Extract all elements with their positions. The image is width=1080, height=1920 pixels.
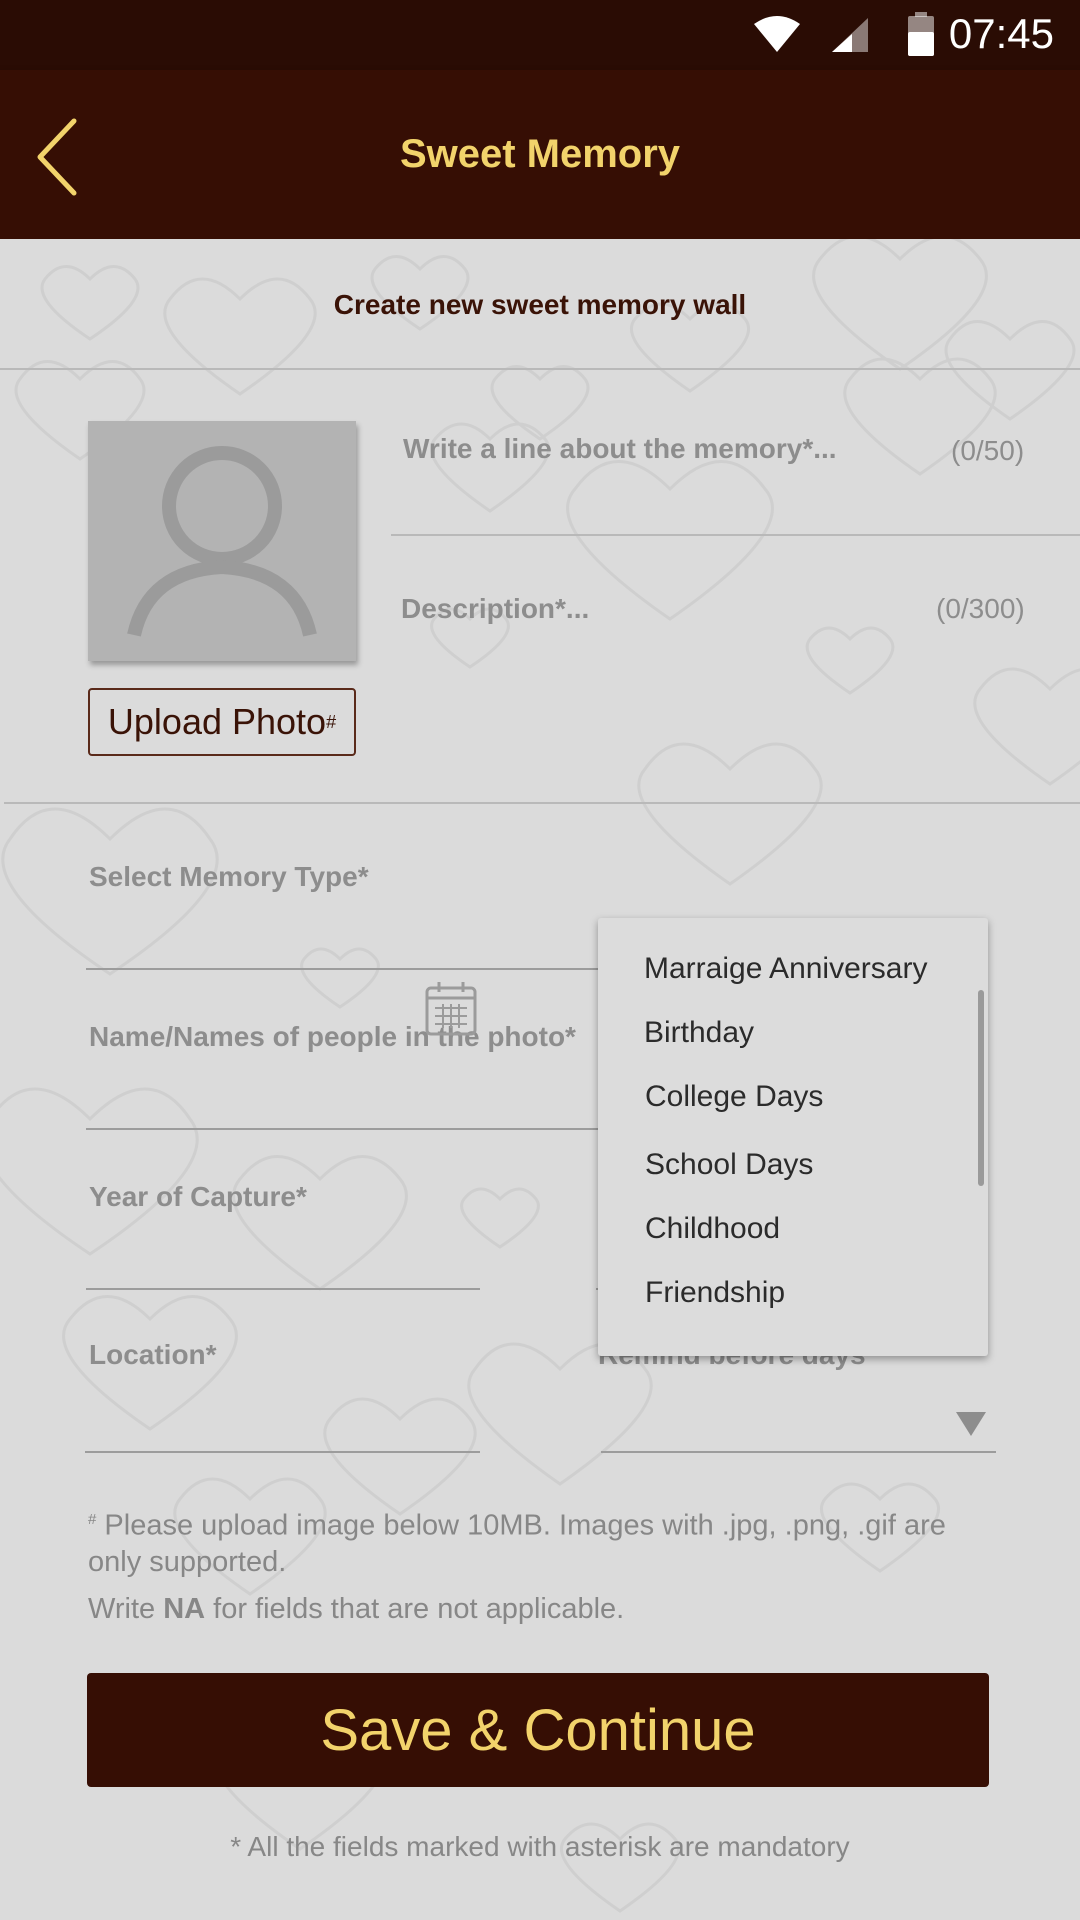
dropdown-option[interactable]: Friendship xyxy=(645,1276,785,1310)
mandatory-note: * All the fields marked with asterisk ar… xyxy=(230,1831,850,1862)
dropdown-arrow-icon[interactable] xyxy=(954,1410,988,1438)
cell-signal-icon xyxy=(832,18,868,52)
person-icon xyxy=(127,446,317,637)
page-subtitle: Create new sweet memory wall xyxy=(333,289,747,320)
dropdown-option[interactable]: Marraige Anniversary xyxy=(644,952,927,986)
wifi-icon xyxy=(754,16,800,52)
dropdown-option[interactable]: College Days xyxy=(645,1080,823,1114)
status-bar: 07:45 xyxy=(0,0,1080,70)
upload-note-mark: # xyxy=(88,1511,97,1528)
app-bar: Sweet Memory xyxy=(0,70,1080,239)
year-of-capture-underline xyxy=(86,1288,480,1290)
upload-photo-mark: # xyxy=(326,711,337,732)
memory-line-counter: (0/50) xyxy=(951,435,1025,466)
na-note: Write NA for fields that are not applica… xyxy=(88,1593,625,1625)
calendar-icon[interactable] xyxy=(425,980,477,1036)
year-of-capture-input[interactable]: Year of Capture* xyxy=(89,1181,307,1213)
save-continue-button[interactable]: Save & Continue xyxy=(87,1673,989,1787)
upload-photo-button[interactable]: Upload Photo # xyxy=(88,688,356,756)
description-input[interactable]: Description*... xyxy=(401,593,589,625)
description-counter: (0/300) xyxy=(936,593,1025,624)
dropdown-option[interactable]: School Days xyxy=(645,1148,813,1182)
dropdown-option[interactable]: Childhood xyxy=(645,1212,780,1246)
upload-size-note: # Please upload image below 10MB. Images… xyxy=(88,1509,946,1578)
location-input[interactable]: Location* xyxy=(89,1339,217,1371)
memory-type-select[interactable]: Select Memory Type* xyxy=(89,861,369,893)
app-title: Sweet Memory xyxy=(399,132,681,176)
photo-placeholder[interactable] xyxy=(88,421,356,661)
divider xyxy=(0,368,1080,370)
upload-photo-label: Upload Photo xyxy=(107,701,327,742)
people-names-input[interactable]: Name/Names of people in the photo* xyxy=(89,1021,576,1053)
battery-icon xyxy=(908,12,934,56)
status-time: 07:45 xyxy=(948,10,1054,57)
dropdown-scrollbar[interactable] xyxy=(978,990,984,1186)
memory-line-input[interactable]: Write a line about the memory*... xyxy=(403,433,837,465)
memory-type-dropdown: Marraige Anniversary Birthday College Da… xyxy=(598,918,988,1356)
divider xyxy=(391,534,1080,536)
remind-before-days-underline xyxy=(601,1451,996,1453)
divider xyxy=(4,802,1080,804)
location-underline xyxy=(85,1451,480,1453)
dropdown-option[interactable]: Birthday xyxy=(644,1016,754,1050)
